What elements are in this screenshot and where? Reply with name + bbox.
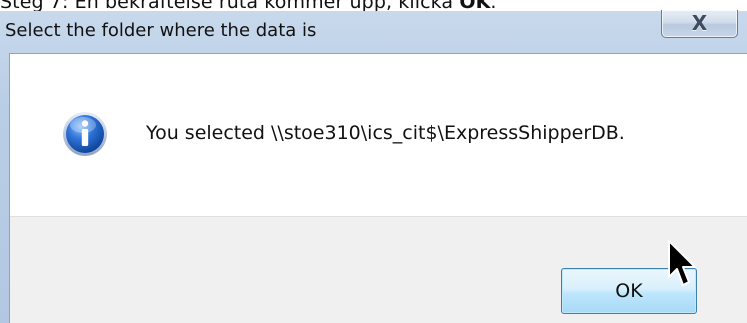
dialog-client-area: You selected \\stoe310\ics_cit$\ExpressS… <box>9 53 747 323</box>
dialog-message: You selected \\stoe310\ics_cit$\ExpressS… <box>146 122 625 144</box>
message-area: You selected \\stoe310\ics_cit$\ExpressS… <box>10 54 747 216</box>
dialog-window: Select the folder where the data is X Yo… <box>0 10 747 323</box>
screenshot-page: Steg 7: En bekräftelse ruta kommer upp, … <box>0 0 747 323</box>
window-title: Select the folder where the data is <box>5 20 317 41</box>
title-bar[interactable]: Select the folder where the data is X <box>0 10 747 53</box>
ok-button[interactable]: OK <box>561 268 697 314</box>
close-icon: X <box>691 11 708 35</box>
ok-button-label: OK <box>615 280 643 302</box>
information-icon <box>63 112 107 156</box>
button-bar: OK <box>10 216 747 323</box>
close-button[interactable]: X <box>661 10 738 38</box>
